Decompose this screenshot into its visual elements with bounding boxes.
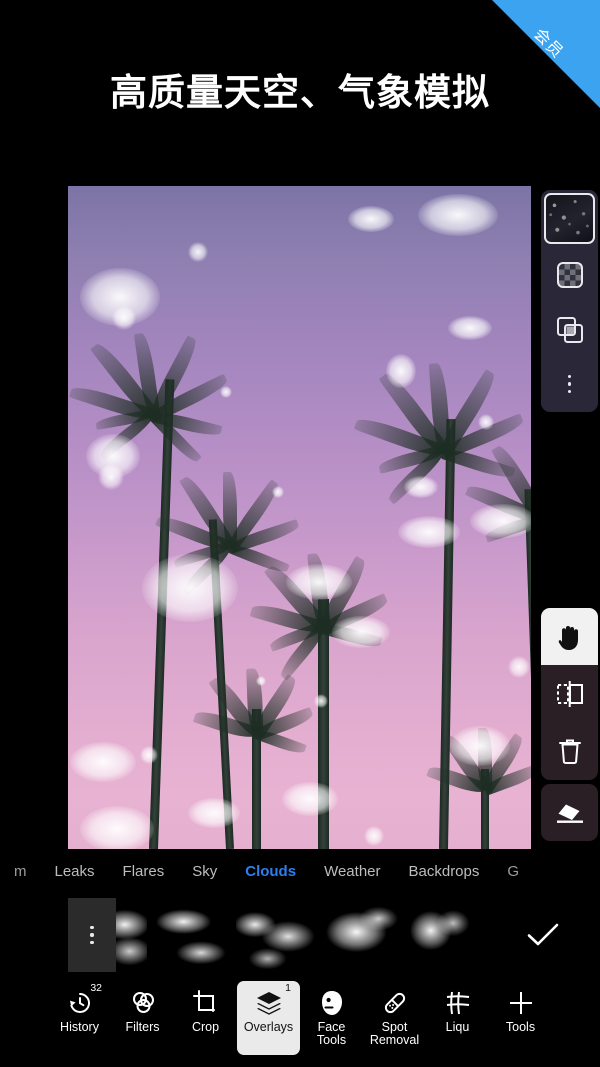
checkmark-icon <box>527 923 559 946</box>
eraser-tool[interactable] <box>541 784 598 841</box>
tab-clouds[interactable]: Clouds <box>231 863 310 880</box>
cloud-thumbnail-2[interactable] <box>152 898 231 972</box>
crop-icon <box>192 988 219 1018</box>
nav-label: Filters <box>125 1020 160 1034</box>
nav-label: Liqu <box>445 1021 470 1034</box>
eraser-panel <box>541 784 598 841</box>
nav-spot-removal[interactable]: Spot Removal <box>363 981 426 1055</box>
filmstrip-more-button[interactable] <box>68 898 116 972</box>
eraser-icon <box>556 804 583 823</box>
duplicate-layer-button[interactable] <box>541 302 598 358</box>
filters-icon <box>130 988 156 1018</box>
tool-panel <box>541 608 598 780</box>
blend-mode-button[interactable] <box>541 247 598 303</box>
cloud-thumbnail-5[interactable] <box>404 898 483 972</box>
delete-tool[interactable] <box>541 722 598 779</box>
cloud-texture <box>236 898 315 972</box>
nav-label: Crop <box>191 1020 220 1034</box>
nav-label: History <box>60 1020 99 1034</box>
app-root: 高质量天空、气象模拟 会员 m Leaks Flares Sky Clouds … <box>0 0 600 1067</box>
layer-panel <box>541 190 598 412</box>
tab-leaks[interactable]: Leaks <box>41 863 109 880</box>
cloud-texture <box>320 898 399 972</box>
overlays-icon <box>255 988 283 1018</box>
nav-label: Overlays <box>243 1020 294 1034</box>
liquify-icon <box>445 988 471 1018</box>
cloud-texture <box>152 898 231 972</box>
flip-tool[interactable] <box>541 665 598 722</box>
nav-tools[interactable]: Tools <box>489 981 552 1055</box>
more-vertical-icon <box>90 925 94 945</box>
overlays-badge: 1 <box>285 982 291 994</box>
bottom-toolbar: 32 History Filters Crop 1 Overlays Face … <box>0 977 600 1067</box>
layer-more-button[interactable] <box>541 356 598 412</box>
sky-gradient <box>68 186 531 849</box>
cloud-texture <box>404 898 483 972</box>
tab-flares[interactable]: Flares <box>109 863 179 880</box>
pan-tool[interactable] <box>541 608 598 665</box>
tab-m[interactable]: m <box>0 863 41 880</box>
confirm-button[interactable] <box>514 898 572 972</box>
promo-headline: 高质量天空、气象模拟 <box>110 72 490 113</box>
nav-crop[interactable]: Crop <box>174 981 237 1055</box>
nav-label: Spot Removal <box>369 1020 420 1047</box>
history-icon <box>67 988 93 1018</box>
nav-filters[interactable]: Filters <box>111 981 174 1055</box>
checkerboard-icon <box>556 262 583 288</box>
spot-removal-icon <box>381 988 409 1018</box>
mirror-flip-icon <box>556 680 583 707</box>
layers-duplicate-icon <box>556 317 583 343</box>
nav-label: Tools <box>505 1020 536 1034</box>
cloud-thumbnail-4[interactable] <box>320 898 399 972</box>
tools-plus-icon <box>508 988 534 1018</box>
nav-face-tools[interactable]: Face Tools <box>300 981 363 1055</box>
photo-canvas[interactable] <box>68 186 531 849</box>
cloud-thumbnail-3[interactable] <box>236 898 315 972</box>
cloud-thumbnail-1[interactable] <box>68 898 147 972</box>
nav-label: Face Tools <box>316 1020 347 1047</box>
overlay-category-tabs: m Leaks Flares Sky Clouds Weather Backdr… <box>0 855 600 887</box>
more-vertical-icon <box>567 374 572 394</box>
nav-overlays[interactable]: 1 Overlays <box>237 981 300 1055</box>
nav-history[interactable]: 32 History <box>48 981 111 1055</box>
tab-sky[interactable]: Sky <box>178 863 231 880</box>
tab-weather[interactable]: Weather <box>310 863 394 880</box>
hand-icon <box>558 626 578 650</box>
trash-icon <box>558 739 581 764</box>
tab-backdrops[interactable]: Backdrops <box>395 863 494 880</box>
overlay-layer-thumbnail[interactable] <box>544 193 595 244</box>
face-tools-icon <box>320 988 344 1018</box>
overlay-filmstrip <box>0 898 600 972</box>
history-badge: 32 <box>90 982 102 994</box>
nav-liquify[interactable]: Liqu <box>426 981 489 1055</box>
tab-g[interactable]: G <box>493 863 533 880</box>
